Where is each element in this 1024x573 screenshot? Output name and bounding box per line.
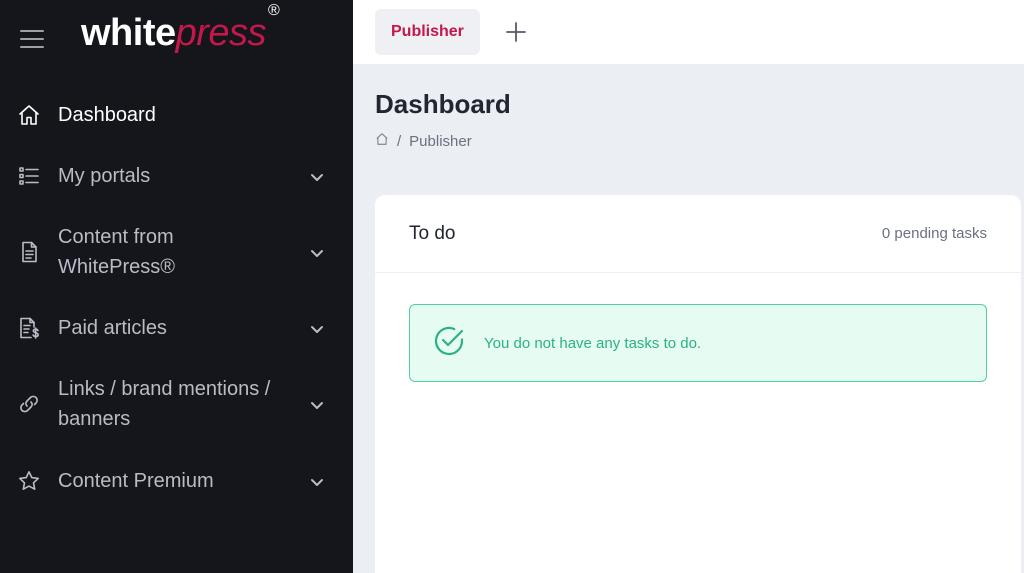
sidebar-item-label: My portals <box>58 165 151 187</box>
sidebar-item-links-brand-mentions-banners[interactable]: Links / brand mentions / banners <box>0 358 353 450</box>
home-icon[interactable] <box>375 132 389 150</box>
check-circle-icon <box>432 324 466 363</box>
chevron-down-icon <box>309 244 325 260</box>
list-icon <box>16 163 42 189</box>
todo-card-header: To do 0 pending tasks <box>375 195 1021 273</box>
sidebar-item-my-portals[interactable]: My portals <box>0 146 353 206</box>
whitepress-logo[interactable]: whitepress® <box>81 3 280 52</box>
sidebar-header: whitepress® <box>0 0 353 78</box>
plus-icon[interactable] <box>504 20 528 44</box>
sidebar: whitepress® Dashboard My portals Content… <box>0 0 353 573</box>
sidebar-item-dashboard[interactable]: Dashboard <box>0 84 353 146</box>
sidebar-nav: Dashboard My portals Content from WhiteP… <box>0 84 353 512</box>
sidebar-item-label: Content Premium <box>58 470 214 492</box>
chevron-down-icon <box>309 473 325 489</box>
main-content: Publisher Dashboard / Publisher To do 0 … <box>353 0 1024 573</box>
sidebar-item-label: Links / brand mentions / banners <box>58 378 271 430</box>
alert-message: You do not have any tasks to do. <box>484 334 702 352</box>
sidebar-item-paid-articles[interactable]: Paid articles <box>0 298 353 358</box>
invoice-dollar-icon <box>16 315 42 341</box>
sidebar-item-label: Dashboard <box>58 104 156 126</box>
breadcrumb-separator: / <box>397 132 402 150</box>
sidebar-item-label: Paid articles <box>58 317 167 339</box>
link-icon <box>16 391 42 417</box>
pending-tasks-count: 0 pending tasks <box>881 225 987 242</box>
hamburger-menu-icon[interactable] <box>20 30 44 48</box>
sidebar-item-content-from-whitepress[interactable]: Content from WhitePress® <box>0 206 353 298</box>
breadcrumb-publisher[interactable]: Publisher <box>409 133 472 150</box>
chevron-down-icon <box>309 396 325 412</box>
top-tab-bar: Publisher <box>353 0 1024 64</box>
page-title: Dashboard <box>375 89 511 119</box>
star-icon <box>16 468 42 494</box>
chevron-down-icon <box>309 320 325 336</box>
document-icon <box>16 239 42 265</box>
sidebar-item-label: Content from WhitePress® <box>58 226 175 278</box>
app-root: whitepress® Dashboard My portals Content… <box>0 0 1024 573</box>
chevron-down-icon <box>309 168 325 184</box>
breadcrumb: / Publisher <box>375 132 1024 150</box>
home-icon <box>16 102 42 128</box>
todo-title: To do <box>409 222 456 244</box>
tab-publisher[interactable]: Publisher <box>375 9 480 55</box>
no-tasks-alert: You do not have any tasks to do. <box>409 304 987 382</box>
todo-card: To do 0 pending tasks You do not have an… <box>375 195 1021 573</box>
sidebar-item-content-premium[interactable]: Content Premium <box>0 450 353 512</box>
page-header: Dashboard / Publisher <box>353 64 1024 150</box>
